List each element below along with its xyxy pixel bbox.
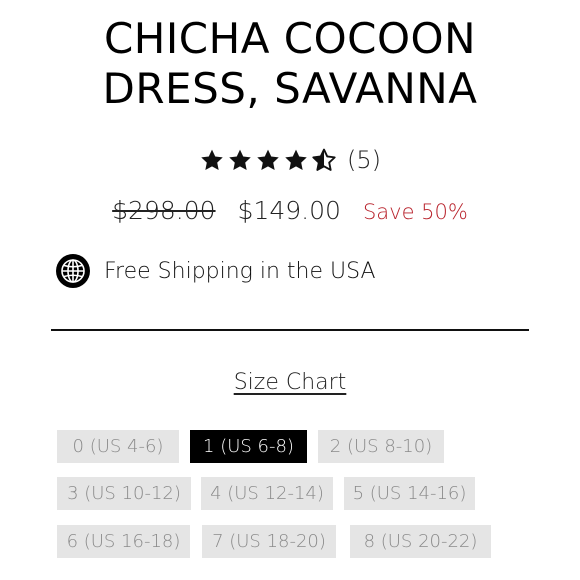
star-filled-icon — [229, 149, 251, 170]
shipping-info: Free Shipping in the USA — [56, 254, 376, 288]
size-chart-link[interactable]: Size Chart — [234, 370, 347, 395]
product-title-line-1: CHICHA COCOON — [103, 14, 477, 63]
size-option-3[interactable]: 3 (US 10-12) — [57, 477, 191, 510]
star-half-icon — [312, 148, 336, 171]
review-count[interactable]: (5) — [347, 146, 381, 174]
rating-stars — [199, 148, 337, 173]
product-rating[interactable]: (5) — [0, 146, 580, 174]
size-chart: Size Chart — [0, 370, 580, 395]
save-badge: Save 50% — [362, 200, 468, 224]
star-filled-icon — [257, 149, 279, 170]
globe-icon — [56, 254, 90, 288]
product-title-line-2: DRESS, SAVANNA — [102, 64, 478, 113]
size-option-4[interactable]: 4 (US 12-14) — [201, 477, 333, 510]
sale-price: $149.00 — [237, 196, 341, 225]
star-filled-icon — [201, 149, 223, 170]
original-price: $298.00 — [112, 196, 216, 225]
price-row: $298.00 $149.00 Save 50% — [0, 196, 580, 225]
size-option-0[interactable]: 0 (US 4-6) — [57, 430, 179, 463]
size-option-5[interactable]: 5 (US 14-16) — [344, 477, 475, 510]
size-option-8[interactable]: 8 (US 20-22) — [350, 525, 491, 558]
size-option-7[interactable]: 7 (US 18-20) — [202, 525, 336, 558]
divider — [51, 329, 529, 331]
product-title: CHICHA COCOON DRESS, SAVANNA — [0, 14, 580, 114]
size-option-6[interactable]: 6 (US 16-18) — [57, 525, 190, 558]
size-option-1-selected[interactable]: 1 (US 6-8) — [190, 430, 307, 463]
size-option-2[interactable]: 2 (US 8-10) — [318, 430, 444, 463]
shipping-text: Free Shipping in the USA — [104, 258, 376, 284]
star-filled-icon — [285, 149, 307, 170]
